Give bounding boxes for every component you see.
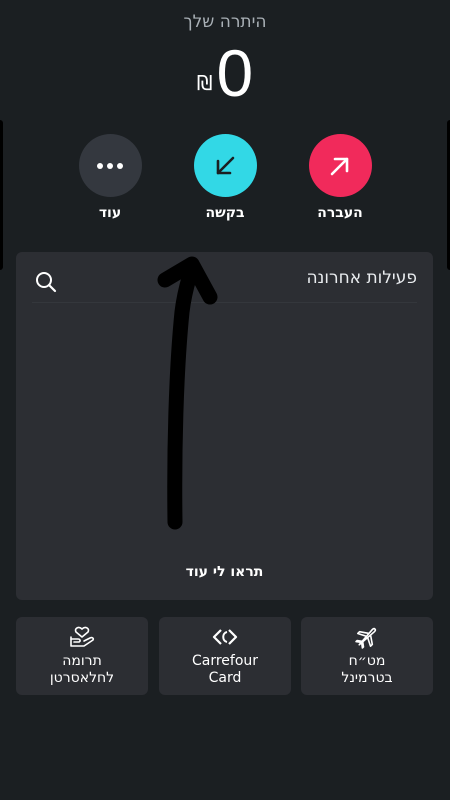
balance-amount: 0 [216,36,254,110]
airplane-icon [355,627,377,649]
recent-activity-title: פעילות אחרונה [306,268,417,288]
transfer-label: העברה [317,205,363,221]
donation-hand-icon [70,626,95,647]
arrow-up-right-icon [308,134,372,197]
donation-label: תרומה לחלאסרטן [49,653,115,686]
more-button[interactable]: עוד [65,134,155,221]
show-more-button[interactable]: תראו לי עוד [16,564,433,580]
wallet-screen: היתרה שלך ₪0 העברה בקשה עוד פעילות אחרונ… [0,0,450,800]
carrefour-logo-icon [212,629,238,645]
request-button[interactable]: בקשה [180,134,270,221]
request-label: בקשה [205,205,245,221]
donation-tile[interactable]: תרומה לחלאסרטן [16,617,148,695]
terminal-currency-tile[interactable]: מט״ח בטרמינל [301,617,433,695]
feature-tiles: מט״ח בטרמינל Carrefour Card תרומה לחלאסר… [16,617,434,695]
more-label: עוד [98,205,122,221]
carrefour-card-label: Carrefour Card [191,653,259,686]
quick-actions: העברה בקשה עוד [0,134,450,224]
terminal-currency-label: מט״ח בטרמינל [341,653,393,686]
currency-symbol: ₪ [196,71,213,95]
more-dots-icon [78,134,142,197]
search-icon[interactable] [34,270,58,294]
balance-display: ₪0 [0,36,450,110]
transfer-button[interactable]: העברה [295,134,385,221]
arrow-down-left-icon [193,134,257,197]
recent-activity-card: פעילות אחרונה תראו לי עוד [16,252,433,600]
carrefour-card-tile[interactable]: Carrefour Card [159,617,291,695]
balance-label: היתרה שלך [183,12,267,32]
activity-divider [32,302,417,303]
